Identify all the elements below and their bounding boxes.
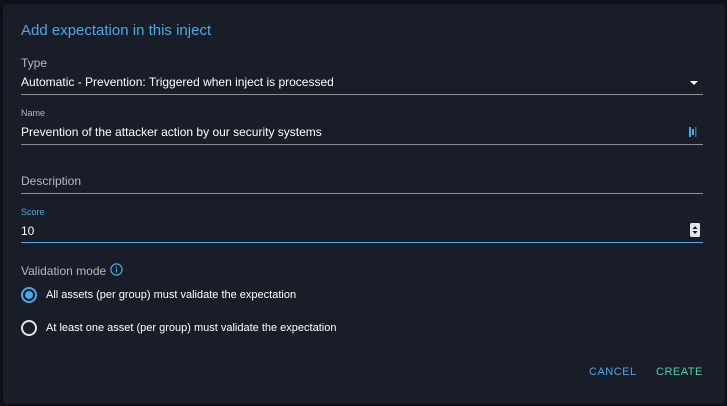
name-label: Name	[21, 108, 46, 118]
radio-all-assets[interactable]	[21, 287, 37, 303]
dialog-title: Add expectation in this inject	[21, 22, 212, 39]
description-label: Description	[21, 174, 82, 188]
name-underline	[21, 144, 703, 145]
cancel-button[interactable]: CANCEL	[589, 366, 637, 378]
number-spinner-icon[interactable]	[690, 223, 700, 237]
score-field[interactable]: 10	[21, 218, 703, 242]
text-resize-icon	[689, 127, 697, 137]
type-select-value: Automatic - Prevention: Triggered when i…	[21, 75, 334, 89]
add-expectation-dialog: Add expectation in this inject Type Auto…	[3, 4, 725, 404]
name-field[interactable]: Prevention of the attacker action by our…	[21, 120, 703, 144]
type-label: Type	[21, 56, 48, 70]
score-label: Score	[21, 207, 45, 217]
radio-at-least-one-asset[interactable]	[21, 320, 37, 336]
create-button[interactable]: CREATE	[656, 366, 703, 378]
score-field-value: 10	[21, 224, 35, 238]
info-icon[interactable]	[110, 263, 123, 276]
score-underline	[21, 242, 703, 243]
name-field-value: Prevention of the attacker action by our…	[21, 125, 322, 139]
description-field[interactable]: Description	[21, 170, 703, 194]
radio-all-assets-label[interactable]: All assets (per group) must validate the…	[46, 289, 296, 301]
type-select[interactable]: Automatic - Prevention: Triggered when i…	[21, 70, 703, 94]
validation-mode-label: Validation mode	[21, 264, 107, 278]
chevron-down-icon	[690, 81, 698, 85]
description-underline	[21, 193, 703, 194]
radio-at-least-one-asset-label[interactable]: At least one asset (per group) must vali…	[46, 322, 336, 334]
type-underline	[21, 94, 703, 95]
